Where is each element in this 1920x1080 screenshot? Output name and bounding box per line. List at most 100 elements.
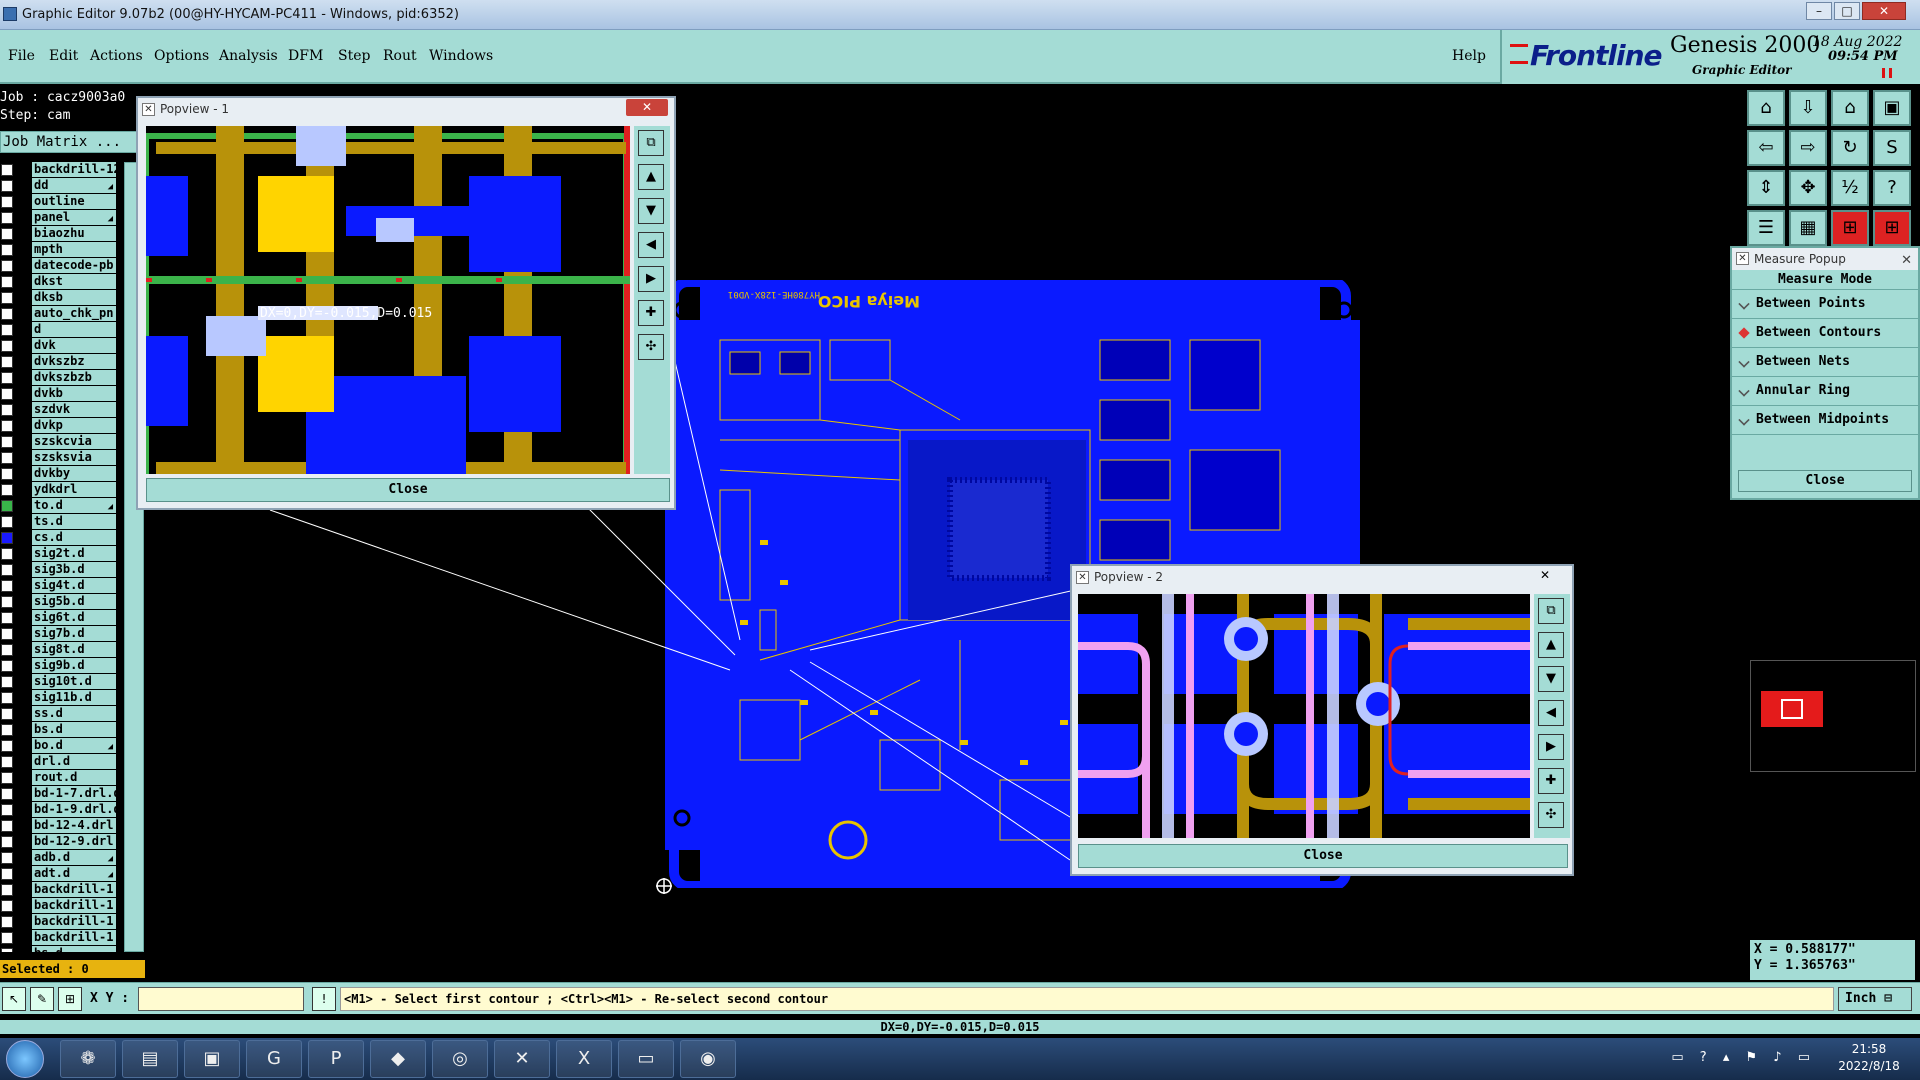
layer-row[interactable]: sig9b.d xyxy=(0,658,118,674)
layer-name[interactable]: dvkb xyxy=(32,386,116,401)
layer-name[interactable]: backdrill-1 xyxy=(32,882,116,897)
taskbar-excel-icon[interactable]: X xyxy=(556,1040,612,1078)
layer-checkbox[interactable] xyxy=(1,548,13,560)
layer-checkbox[interactable] xyxy=(1,228,13,240)
unit-selector[interactable]: Inch ⊟ xyxy=(1838,987,1912,1011)
layer-row[interactable]: rout.d xyxy=(0,770,118,786)
layer-row[interactable]: drl.d xyxy=(0,754,118,770)
layer-row[interactable]: bd-1-9.drl.d xyxy=(0,802,118,818)
layer-checkbox[interactable] xyxy=(1,484,13,496)
layer-checkbox[interactable] xyxy=(1,612,13,624)
layer-name[interactable]: bs.d xyxy=(32,722,116,737)
redo-icon[interactable]: ↻ xyxy=(1831,130,1869,166)
layer-row[interactable]: szdvk xyxy=(0,402,118,418)
layer-name[interactable]: bo.d ◢ xyxy=(32,738,116,753)
layer-row[interactable]: ss.d xyxy=(0,706,118,722)
layer-row[interactable]: bs.d xyxy=(0,946,118,952)
layer-name[interactable]: bd-12-9.drl xyxy=(32,834,116,849)
layer-row[interactable]: sig8t.d xyxy=(0,642,118,658)
layer-checkbox[interactable] xyxy=(1,244,13,256)
layer-name[interactable]: ss.d xyxy=(32,706,116,721)
menu-windows[interactable]: Windows xyxy=(429,48,493,64)
layer-row[interactable]: dvkszbzb xyxy=(0,370,118,386)
popview-zoom-out-icon[interactable]: ✣ xyxy=(1538,802,1564,828)
layer-checkbox[interactable] xyxy=(1,164,13,176)
layer-checkbox[interactable] xyxy=(1,660,13,672)
layer-name[interactable]: backdrill-1 xyxy=(32,898,116,913)
layer-row[interactable]: szskcvia xyxy=(0,434,118,450)
layer-row[interactable]: d xyxy=(0,322,118,338)
draw-mode-icon[interactable]: ✎ xyxy=(30,987,54,1011)
layer-checkbox[interactable] xyxy=(1,564,13,576)
layer-row[interactable]: dvkb xyxy=(0,386,118,402)
layers-icon[interactable]: ☰ xyxy=(1747,210,1785,246)
layer-checkbox[interactable] xyxy=(1,948,13,952)
layer-row[interactable]: dvkszbz xyxy=(0,354,118,370)
close-window-button[interactable]: ✕ xyxy=(1862,2,1906,20)
layer-row[interactable]: szsksvia xyxy=(0,450,118,466)
layer-checkbox[interactable] xyxy=(1,388,13,400)
grid-icon[interactable]: ▦ xyxy=(1789,210,1827,246)
layer-name[interactable]: sig3b.d xyxy=(32,562,116,577)
layer-name[interactable]: backdrill-1 xyxy=(32,930,116,945)
menu-help[interactable]: Help xyxy=(1452,48,1486,64)
snap-grid-icon[interactable]: ⊞ xyxy=(58,987,82,1011)
layer-row[interactable]: backdrill-12 xyxy=(0,162,118,178)
layer-name[interactable]: dvkszbz xyxy=(32,354,116,369)
layer-name[interactable]: biaozhu xyxy=(32,226,116,241)
layer-row[interactable]: sig6t.d xyxy=(0,610,118,626)
layer-checkbox[interactable] xyxy=(1,260,13,272)
layer-name[interactable]: sig4t.d xyxy=(32,578,116,593)
layer-row[interactable]: backdrill-1 xyxy=(0,882,118,898)
layer-name[interactable]: drl.d xyxy=(32,754,116,769)
layer-name[interactable]: sig2t.d xyxy=(32,546,116,561)
popview-pan-right-icon[interactable]: ▶ xyxy=(1538,734,1564,760)
layer-checkbox[interactable] xyxy=(1,628,13,640)
layer-checkbox[interactable] xyxy=(1,196,13,208)
layer-checkbox[interactable] xyxy=(1,756,13,768)
taskbar-clock[interactable]: 21:58 2022/8/18 xyxy=(1826,1041,1912,1075)
home-icon[interactable]: ⌂ xyxy=(1831,90,1869,126)
layer-row[interactable]: adb.d ◢ xyxy=(0,850,118,866)
layer-name[interactable]: ydkdrl xyxy=(32,482,116,497)
select-mode-icon[interactable]: ↖ xyxy=(2,987,26,1011)
layer-name[interactable]: sig7b.d xyxy=(32,626,116,641)
layer-name[interactable]: dvkp xyxy=(32,418,116,433)
measure-tool-icon[interactable]: ⊞ xyxy=(1831,210,1869,246)
layer-checkbox[interactable] xyxy=(1,308,13,320)
layer-checkbox[interactable] xyxy=(1,516,13,528)
snap-icon[interactable]: S xyxy=(1873,130,1911,166)
layer-checkbox[interactable] xyxy=(1,292,13,304)
layer-name[interactable]: mpth xyxy=(32,242,116,257)
taskbar-viewer-icon[interactable]: ◉ xyxy=(680,1040,736,1078)
layer-checkbox[interactable] xyxy=(1,580,13,592)
layer-checkbox[interactable] xyxy=(1,676,13,688)
popview-pan-down-icon[interactable]: ▼ xyxy=(1538,666,1564,692)
xy-input[interactable] xyxy=(138,987,304,1011)
layer-row[interactable]: sig5b.d xyxy=(0,594,118,610)
menu-file[interactable]: File xyxy=(8,48,35,64)
taskbar-app-red-icon[interactable]: G xyxy=(246,1040,302,1078)
layer-checkbox[interactable] xyxy=(1,212,13,224)
layer-name[interactable]: dd ◢ xyxy=(32,178,116,193)
layer-row[interactable]: to.d ◢ xyxy=(0,498,118,514)
layer-row[interactable]: sig11b.d xyxy=(0,690,118,706)
menu-edit[interactable]: Edit xyxy=(49,48,78,64)
popview-zoom-out-icon[interactable]: ✣ xyxy=(638,334,664,360)
layer-name[interactable]: dvkszbzb xyxy=(32,370,116,385)
layer-row[interactable]: bd-12-9.drl xyxy=(0,834,118,850)
layer-checkbox[interactable] xyxy=(1,276,13,288)
layer-name[interactable]: backdrill-1 xyxy=(32,914,116,929)
popview-1-view[interactable]: DX=0,DY=-0.015,D=0.015 xyxy=(146,126,630,474)
popview-pan-left-icon[interactable]: ◀ xyxy=(1538,700,1564,726)
measure-mode-option[interactable]: Between Nets xyxy=(1732,348,1918,377)
layer-name[interactable]: bd-1-9.drl.d xyxy=(32,802,116,817)
layer-row[interactable]: outline xyxy=(0,194,118,210)
popview-zoom-fit-icon[interactable]: ⧉ xyxy=(1538,598,1564,624)
pause-icon[interactable] xyxy=(1882,68,1892,78)
layer-name[interactable]: sig11b.d xyxy=(32,690,116,705)
layer-row[interactable]: dvk xyxy=(0,338,118,354)
layer-checkbox[interactable] xyxy=(1,868,13,880)
layer-checkbox[interactable] xyxy=(1,836,13,848)
layer-checkbox[interactable] xyxy=(1,692,13,704)
